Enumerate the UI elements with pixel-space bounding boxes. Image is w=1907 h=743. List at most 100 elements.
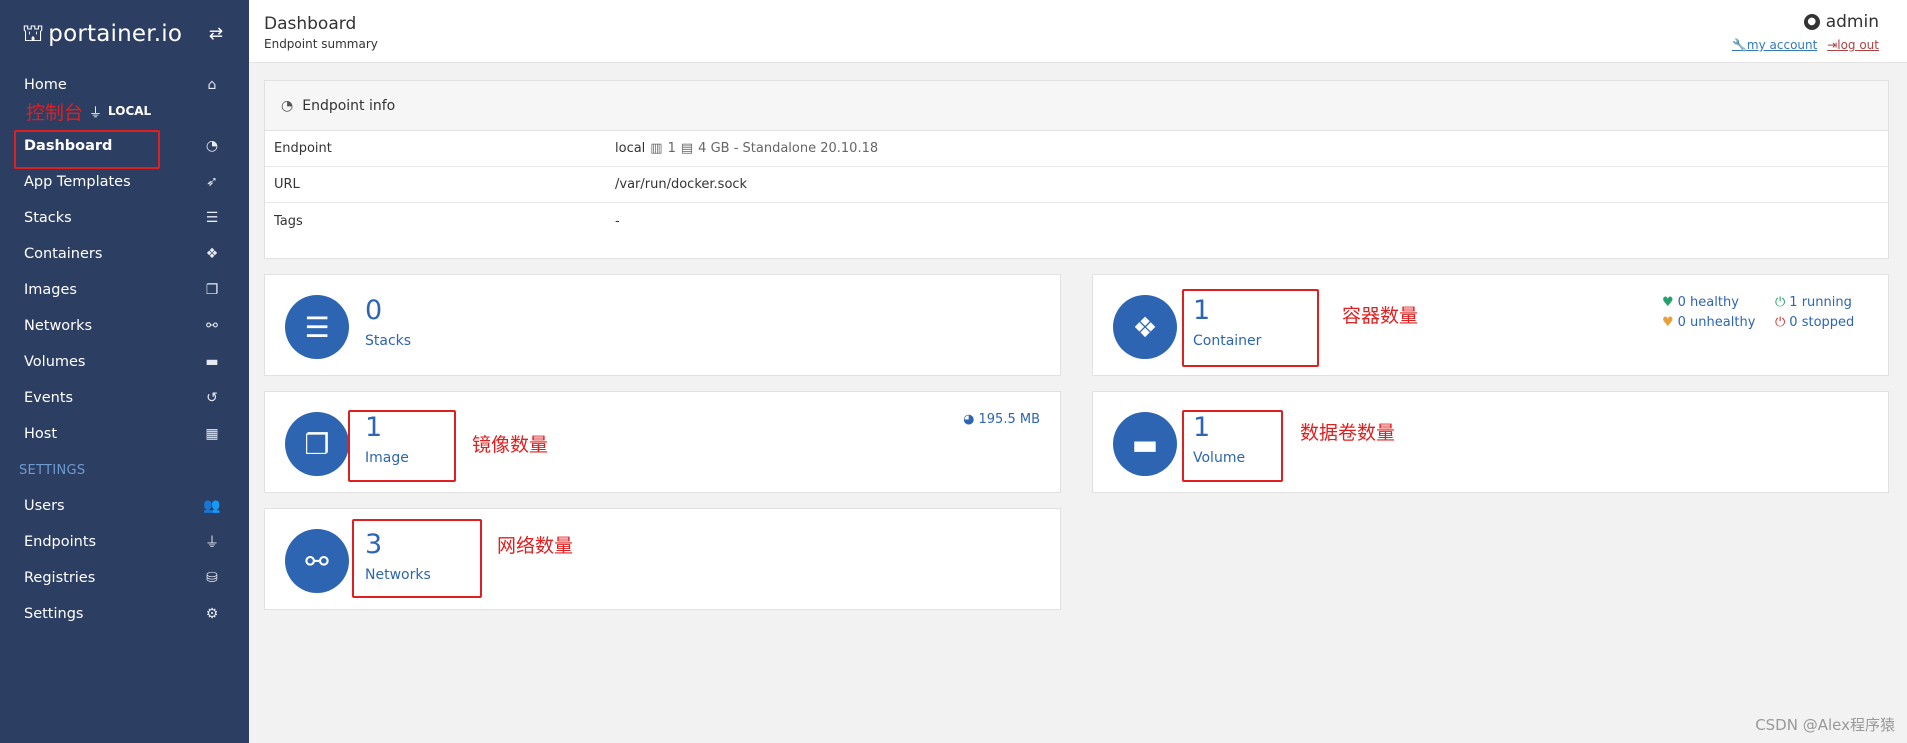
running-status: ⏻ 1 running: [1775, 295, 1852, 310]
sidebar-item-users[interactable]: Users 👥: [0, 488, 249, 524]
networks-count: 3: [365, 529, 383, 560]
containers-annotation: 容器数量: [1342, 305, 1419, 327]
users-icon: 👥: [203, 498, 221, 514]
sidebar-item-label: Endpoints: [24, 534, 97, 550]
sidebar-item-label: App Templates: [24, 174, 131, 190]
sidebar-item-label: Users: [24, 498, 65, 514]
stacks-label: Stacks: [365, 333, 412, 349]
sidebar-item-volumes[interactable]: Volumes ▬: [0, 344, 249, 380]
sitemap-icon: ⚯: [285, 529, 349, 593]
memory-icon: ▤: [680, 141, 694, 156]
images-count: 1: [365, 412, 383, 443]
unhealthy-text: 0 unhealthy: [1677, 315, 1756, 330]
tachometer-icon: ◔: [281, 97, 294, 114]
cpu-icon: ▥: [650, 141, 663, 156]
th-list-icon: ☰: [205, 210, 219, 226]
sidebar-item-containers[interactable]: Containers ❖: [0, 236, 249, 272]
exchange-icon[interactable]: ⇄: [209, 24, 223, 44]
sidebar-item-endpoints[interactable]: Endpoints ⏚: [0, 524, 249, 560]
stacks-widget[interactable]: ☰ 0 Stacks: [264, 274, 1061, 376]
settings-section-header: SETTINGS: [19, 462, 86, 478]
info-key: URL: [274, 177, 300, 192]
brand-name: portainer.io: [48, 21, 183, 47]
database-icon: ⛁: [206, 570, 218, 586]
images-annotation: 镜像数量: [472, 434, 549, 456]
heartbeat-icon: ♥: [1662, 315, 1674, 330]
topbar: Dashboard Endpoint summary ● admin 🔧my a…: [249, 0, 1907, 63]
sidebar-item-label: Networks: [24, 318, 93, 334]
sitemap-icon: ⚯: [206, 318, 218, 334]
networks-widget[interactable]: ⚯ 3 Networks 网络数量: [264, 508, 1061, 610]
cogs-icon: ⚙: [205, 606, 219, 622]
sidebar-item-settings[interactable]: Settings ⚙: [0, 596, 249, 632]
info-value: /var/run/docker.sock: [615, 177, 748, 192]
sidebar-item-stacks[interactable]: Stacks ☰: [0, 200, 249, 236]
cubes-icon: ❖: [1113, 295, 1177, 359]
images-size-text: 195.5 MB: [978, 412, 1040, 427]
log-out-link[interactable]: ⇥log out: [1827, 38, 1879, 52]
page-title: Dashboard: [264, 14, 357, 34]
plug-icon: ⏚: [89, 105, 103, 121]
containers-widget[interactable]: ❖ 1 Container 容器数量 ♥ 0 healthy ♥ 0 unhealt…: [1092, 274, 1889, 376]
user-name: ● admin: [1726, 12, 1879, 32]
sidebar-item-label: Dashboard: [24, 138, 113, 154]
hdd-icon: ▬: [205, 354, 219, 370]
unhealthy-status: ♥ 0 unhealthy: [1662, 315, 1755, 330]
sidebar: ⛫ portainer.io ⇄ Home ⌂ 控制台 ⏚ LOCAL Dash…: [0, 0, 249, 743]
containers-count: 1: [1193, 295, 1211, 326]
stopped-text: 0 stopped: [1789, 315, 1855, 330]
history-icon: ↺: [206, 390, 218, 406]
sidebar-item-networks[interactable]: Networks ⚯: [0, 308, 249, 344]
sidebar-item-label: Home: [24, 77, 67, 93]
sidebar-item-host[interactable]: Host ▦: [0, 416, 249, 452]
user-circle-icon: ●: [1803, 14, 1820, 30]
sidebar-item-images[interactable]: Images ❐: [0, 272, 249, 308]
sidebar-item-app-templates[interactable]: App Templates ➶: [0, 164, 249, 200]
running-text: 1 running: [1789, 295, 1852, 310]
heartbeat-icon: ♥: [1662, 295, 1674, 310]
my-account-label: my account: [1746, 38, 1818, 52]
endpoint-info-panel: ◔ Endpoint info Endpoint local ▥ 1 ▤ 4 G…: [264, 80, 1889, 259]
sidebar-item-registries[interactable]: Registries ⛁: [0, 560, 249, 596]
console-annotation: 控制台: [26, 101, 84, 124]
user-box: ● admin 🔧my account ⇥log out: [1726, 12, 1879, 52]
panel-title: Endpoint info: [302, 97, 396, 114]
sidebar-item-label: Registries: [24, 570, 96, 586]
info-value: -: [615, 213, 620, 229]
sidebar-item-label: Volumes: [24, 354, 86, 370]
containers-label: Container: [1193, 333, 1262, 349]
memory-info: 4 GB - Standalone 20.10.18: [698, 141, 879, 156]
cubes-icon: ❖: [205, 246, 219, 262]
tachometer-icon: ◔: [205, 138, 219, 154]
info-row-endpoint: Endpoint local ▥ 1 ▤ 4 GB - Standalone 2…: [265, 131, 1888, 167]
clone-icon: ❐: [285, 412, 349, 476]
rocket-icon: ➶: [206, 174, 218, 190]
sidebar-item-label: Containers: [24, 246, 103, 262]
portainer-logo[interactable]: ⛫ portainer.io: [22, 19, 182, 50]
panel-header: ◔ Endpoint info: [265, 81, 1888, 131]
home-icon: ⌂: [207, 77, 217, 93]
info-row-tags: Tags -: [265, 203, 1888, 239]
clone-icon: ❐: [205, 282, 219, 298]
networks-label: Networks: [365, 567, 431, 583]
volumes-widget[interactable]: ▬ 1 Volume 数据卷数量: [1092, 391, 1889, 493]
user-links: 🔧my account ⇥log out: [1726, 38, 1879, 52]
endpoint-indicator: 控制台 ⏚ LOCAL: [0, 98, 249, 124]
sidebar-item-label: Events: [24, 390, 74, 406]
cpu-count: 1: [667, 141, 676, 156]
sidebar-item-events[interactable]: Events ↺: [0, 380, 249, 416]
volumes-annotation: 数据卷数量: [1300, 422, 1396, 444]
power-off-icon: ⏻: [1775, 295, 1786, 310]
my-account-link[interactable]: 🔧my account: [1732, 38, 1817, 52]
stopped-status: ⏻ 0 stopped: [1775, 315, 1854, 330]
brand: ⛫ portainer.io ⇄: [0, 0, 249, 68]
sidebar-item-label: Settings: [24, 606, 84, 622]
endpoint-name-value: local: [615, 141, 646, 156]
sidebar-item-label: Stacks: [24, 210, 72, 226]
images-widget[interactable]: ❐ 1 Image 镜像数量 ◕ 195.5 MB: [264, 391, 1061, 493]
th-list-icon: ☰: [285, 295, 349, 359]
username-text: admin: [1825, 12, 1879, 32]
sidebar-item-dashboard[interactable]: Dashboard ◔: [0, 128, 249, 164]
hdd-icon: ▬: [1113, 412, 1177, 476]
info-row-url: URL /var/run/docker.sock: [265, 167, 1888, 203]
